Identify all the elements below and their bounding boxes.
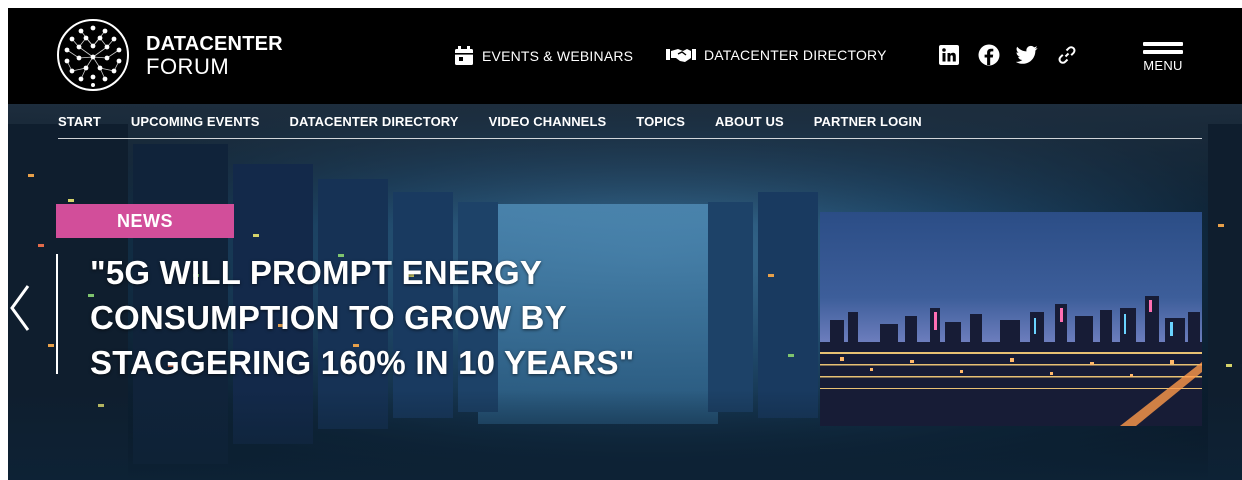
slide-headline[interactable]: "5G WILL PROMPT ENERGY CONSUMPTION TO GR…	[90, 250, 730, 385]
nav-video-channels[interactable]: VIDEO CHANNELS	[489, 114, 607, 129]
events-webinars-link[interactable]: EVENTS & WEBINARS	[454, 46, 633, 66]
menu-bar-icon	[1143, 42, 1183, 46]
rack-led	[788, 354, 794, 357]
menu-bar-icon	[1143, 50, 1183, 54]
logo-globe-icon[interactable]	[56, 18, 130, 92]
rack-led	[28, 174, 34, 177]
menu-label: MENU	[1143, 58, 1183, 73]
logo-line1: DATACENTER	[146, 33, 283, 55]
calendar-icon	[455, 46, 473, 65]
rack-led	[1226, 364, 1232, 367]
logo-line2: FORUM	[146, 54, 230, 79]
sub-navigation: START UPCOMING EVENTS DATACENTER DIRECTO…	[58, 114, 952, 129]
headline-accent-line	[56, 254, 58, 374]
nav-start[interactable]: START	[58, 114, 101, 129]
nav-datacenter-directory[interactable]: DATACENTER DIRECTORY	[290, 114, 459, 129]
rack-led	[38, 244, 44, 247]
datacenter-directory-label: DATACENTER DIRECTORY	[704, 47, 887, 63]
twitter-icon[interactable]	[1016, 44, 1038, 66]
hero-slider: START UPCOMING EVENTS DATACENTER DIRECTO…	[8, 104, 1242, 480]
logo-text[interactable]: DATACENTER FORUM	[146, 34, 283, 78]
facebook-icon[interactable]	[978, 44, 1000, 66]
server-rack	[758, 192, 818, 418]
link-icon[interactable]	[1056, 44, 1078, 66]
rack-led	[768, 274, 774, 277]
handshake-icon	[666, 49, 696, 62]
nav-topics[interactable]: TOPICS	[636, 114, 685, 129]
menu-button[interactable]: MENU	[1136, 42, 1190, 73]
top-bar: DATACENTER FORUM EVENTS & WEBINARS DATAC…	[8, 8, 1242, 104]
rack-led	[48, 344, 54, 347]
rack-led	[1218, 224, 1224, 227]
nav-partner-login[interactable]: PARTNER LOGIN	[814, 114, 922, 129]
chevron-left-icon[interactable]	[8, 280, 34, 336]
rack-led	[253, 234, 259, 237]
page-frame: DATACENTER FORUM EVENTS & WEBINARS DATAC…	[8, 8, 1242, 480]
rack-led	[68, 199, 74, 202]
datacenter-directory-link[interactable]: DATACENTER DIRECTORY	[666, 46, 887, 64]
city-skyline-image	[820, 296, 1202, 426]
subnav-divider	[58, 138, 1202, 139]
events-webinars-label: EVENTS & WEBINARS	[482, 48, 634, 64]
linkedin-icon[interactable]	[938, 44, 960, 66]
nav-upcoming-events[interactable]: UPCOMING EVENTS	[131, 114, 260, 129]
news-badge[interactable]: NEWS	[56, 204, 234, 238]
slide-thumbnail-image[interactable]	[820, 212, 1202, 426]
nav-about-us[interactable]: ABOUT US	[715, 114, 784, 129]
